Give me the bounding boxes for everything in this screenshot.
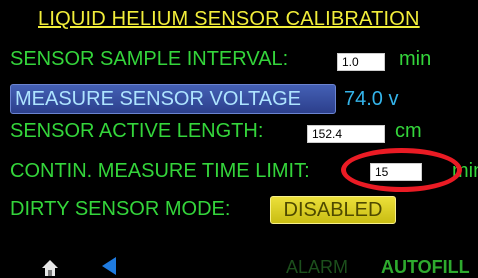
sample-interval-input[interactable]: 1.0 [337,53,385,71]
sensor-voltage-value: 74.0 v [344,88,399,110]
highlight-circle [341,148,462,192]
active-length-unit: cm [395,120,422,142]
calibration-screen: LIQUID HELIUM SENSOR CALIBRATION SENSOR … [0,0,478,278]
home-icon[interactable] [41,258,59,276]
active-length-input[interactable]: 152.4 [307,125,385,143]
active-length-label: SENSOR ACTIVE LENGTH: [10,120,264,142]
back-arrow-icon[interactable] [101,256,117,276]
dirty-mode-label: DIRTY SENSOR MODE: [10,198,231,220]
time-limit-label: CONTIN. MEASURE TIME LIMIT: [10,160,310,182]
sample-interval-unit: min [399,48,432,70]
alarm-button[interactable]: ALARM [286,257,348,278]
measure-voltage-button[interactable]: MEASURE SENSOR VOLTAGE [10,84,336,114]
autofill-button[interactable]: AUTOFILL [381,257,470,278]
dirty-mode-toggle-button[interactable]: DISABLED [270,196,396,224]
sample-interval-label: SENSOR SAMPLE INTERVAL: [10,48,289,70]
page-title: LIQUID HELIUM SENSOR CALIBRATION [38,8,420,30]
